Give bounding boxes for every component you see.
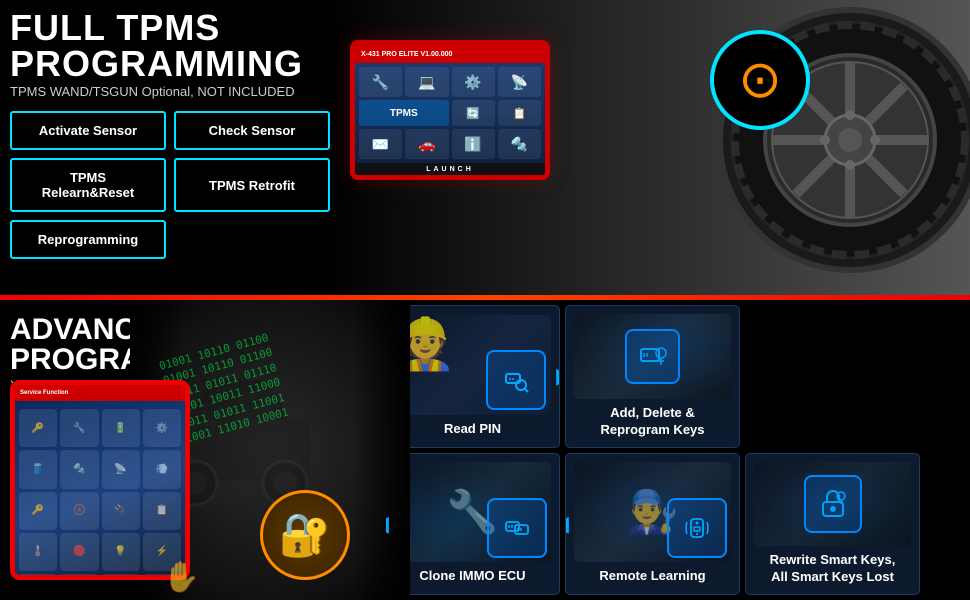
rewrite-smart-keys-image: [754, 462, 911, 547]
key-section: ADVANCED KEY PROGRAMMING X-PROG-3 Option…: [0, 300, 970, 600]
clone-immo-box: 🔧: [385, 453, 560, 596]
tpms-retrofit-button[interactable]: TPMS Retrofit: [174, 158, 330, 212]
activate-sensor-button[interactable]: Activate Sensor: [10, 111, 166, 150]
key-tablet-screen: 🔑 🔧 🔋 ⚙️ 🛢️ 🔩 📡 💨 🔑 🛞 🔌 📋 🌡️ 🛑 💡 ⚡: [15, 401, 185, 580]
key-left-panel: ADVANCED KEY PROGRAMMING X-PROG-3 Option…: [0, 300, 380, 600]
rewrite-smart-keys-label: Rewrite Smart Keys,All Smart Keys Lost: [770, 552, 896, 586]
check-sensor-button[interactable]: Check Sensor: [174, 111, 330, 150]
remote-svg: [683, 514, 711, 542]
tablet-icon-9: ℹ️: [452, 129, 495, 159]
key-fob-icon: 🔐: [279, 511, 331, 560]
tpms-title: FULL TPMS PROGRAMMING: [10, 10, 400, 82]
kt-icon-11: 🔌: [102, 492, 140, 530]
arrow-left-1: ◀: [385, 511, 389, 537]
key-tablet-wrapper: Service Function 🔑 🔧 🔋 ⚙️ 🛢️ 🔩 📡 💨 🔑 🛞 🔌…: [10, 380, 210, 590]
tablet-icon-6: 📋: [498, 100, 541, 126]
clone-svg: [503, 514, 531, 542]
remote-learning-label: Remote Learning: [599, 568, 705, 585]
kt-icon-4: ⚙️: [143, 409, 181, 447]
tpms-warning-icon: ⊙: [738, 50, 782, 110]
magnify-key-icon: [486, 350, 546, 410]
kt-icon-7: 📡: [102, 450, 140, 488]
hand-icon: ✋: [163, 560, 200, 595]
read-pin-label: Read PIN: [444, 421, 501, 438]
magnify-key-svg: [502, 366, 530, 394]
kt-icon-10: 🛞: [60, 492, 98, 530]
remote-learning-scene: 👨‍🔧: [574, 462, 731, 562]
reprogramming-button[interactable]: Reprogramming: [10, 220, 166, 259]
remote-learning-box: 👨‍🔧: [565, 453, 740, 596]
tablet-icon-5: 🔄: [452, 100, 495, 126]
kt-icon-15: 💡: [102, 533, 140, 571]
tablet-brand-text: LAUNCH: [426, 166, 474, 173]
kt-icon-3: 🔋: [102, 409, 140, 447]
rewrite-scene: [754, 462, 911, 547]
kt-icon-8: 💨: [143, 450, 181, 488]
kt-icon-6: 🔩: [60, 450, 98, 488]
tablet-icon-3: ⚙️: [452, 67, 495, 97]
key-tablet-header: Service Function: [15, 385, 185, 401]
add-delete-scene: [574, 314, 731, 399]
tablet-icon-2: 💻: [405, 67, 448, 97]
add-delete-image: [574, 314, 731, 399]
add-delete-reprogram-box: Add, Delete &Reprogram Keys: [565, 305, 740, 448]
kt-icon-19: 🔄: [102, 574, 140, 580]
read-pin-image: 👷: [394, 315, 551, 415]
rewrite-smart-keys-box: Rewrite Smart Keys,All Smart Keys Lost: [745, 453, 920, 596]
tpms-left-panel: FULL TPMS PROGRAMMING TPMS WAND/TSGUN Op…: [10, 10, 400, 259]
remote-learning-image: 👨‍🔧: [574, 462, 731, 562]
clone-immo-scene: 🔧: [394, 462, 551, 562]
clone-immo-image: 🔧: [394, 462, 551, 562]
tpms-section: FULL TPMS PROGRAMMING TPMS WAND/TSGUN Op…: [0, 0, 970, 295]
kt-icon-1: 🔑: [19, 409, 57, 447]
kt-icon-18: 🗓️: [60, 574, 98, 580]
clone-icon-wrapper: [487, 498, 547, 558]
clone-icon: [487, 498, 547, 558]
scene-glow: [574, 314, 731, 399]
tablet-icon-4: 📡: [498, 67, 541, 97]
tpms-image-area: ⊙ X-431 PRO ELITE V1.00.000 🔧 💻 ⚙️ 📡 TPM…: [330, 0, 970, 295]
kt-icon-17: 🔐: [19, 574, 57, 580]
kt-icon-14: 🛑: [60, 533, 98, 571]
add-delete-reprogram-label: Add, Delete &Reprogram Keys: [600, 405, 704, 439]
read-pin-box: 👷 Read PIN: [385, 305, 560, 448]
key-functions-grid: 👷 Read PIN: [380, 300, 970, 600]
remote-icon-wrapper: [667, 498, 727, 558]
kt-icon-9: 🔑: [19, 492, 57, 530]
read-pin-scene: 👷: [394, 315, 551, 415]
read-pin-icon-wrapper: [486, 350, 546, 410]
tpms-buttons: Activate Sensor Check Sensor TPMSRelearn…: [10, 111, 330, 259]
tablet-icon-10: 🔩: [498, 129, 541, 159]
kt-icon-13: 🌡️: [19, 533, 57, 571]
kt-icon-12: 📋: [143, 492, 181, 530]
wheel-background: ⊙ X-431 PRO ELITE V1.00.000 🔧 💻 ⚙️ 📡 TPM…: [330, 0, 970, 295]
empty-slot-1: [745, 305, 920, 448]
tablet-icon-8: 🚗: [405, 129, 448, 159]
arrow-left-2: ◀: [565, 511, 569, 537]
clone-immo-label: Clone IMMO ECU: [419, 568, 525, 585]
kt-icon-2: 🔧: [60, 409, 98, 447]
scene-glow-4: [754, 462, 911, 547]
tpms-subtitle: TPMS WAND/TSGUN Optional, NOT INCLUDED: [10, 84, 400, 99]
key-fob-circle: 🔐: [260, 490, 350, 580]
tpms-icon-circle: ⊙: [710, 30, 810, 130]
key-tablet-device: Service Function 🔑 🔧 🔋 ⚙️ 🛢️ 🔩 📡 💨 🔑 🛞 🔌…: [10, 380, 190, 580]
tpms-relearn-reset-button[interactable]: TPMSRelearn&Reset: [10, 158, 166, 212]
remote-icon: [667, 498, 727, 558]
kt-icon-5: 🛢️: [19, 450, 57, 488]
arrow-right-1: ▶: [556, 363, 560, 389]
key-tablet-header-text: Service Function: [20, 390, 68, 396]
